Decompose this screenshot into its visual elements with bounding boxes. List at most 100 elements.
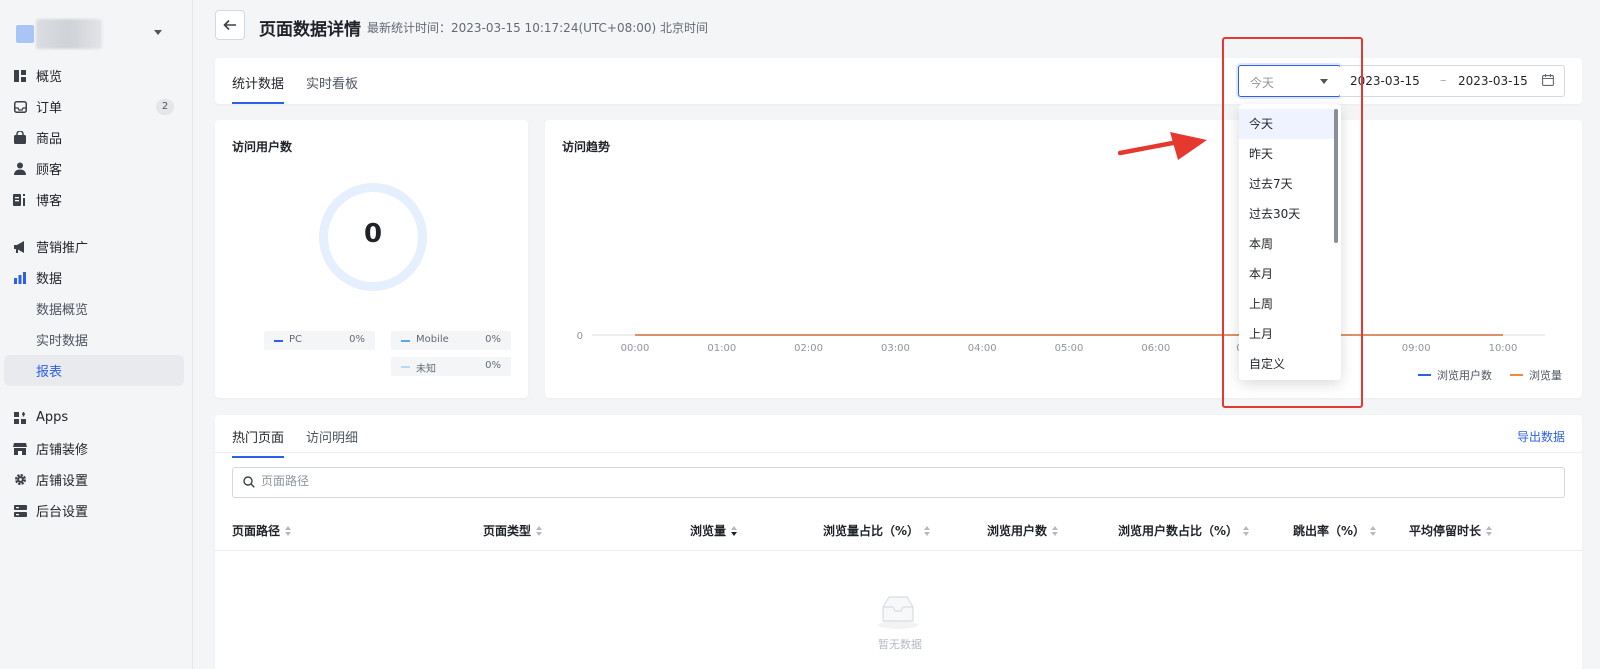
- col-visitors[interactable]: 浏览用户数: [987, 522, 1059, 539]
- bag-icon: [13, 131, 27, 145]
- x-tick-label: 04:00: [968, 343, 997, 354]
- sidebar-item-apps[interactable]: Apps: [4, 402, 184, 433]
- apps-icon: [13, 411, 27, 425]
- sidebar-item-label: 报表: [36, 365, 63, 380]
- sidebar-item-reports[interactable]: 报表: [4, 355, 184, 386]
- sidebar-item-label: 数据概览: [36, 303, 89, 318]
- x-tick-label: 03:00: [881, 343, 910, 354]
- legend-label: 未知: [416, 364, 436, 375]
- sidebar-item-label: 店铺装修: [36, 443, 89, 458]
- tab-hot-pages[interactable]: 热门页面: [232, 427, 285, 458]
- arrow-left-icon: [223, 19, 236, 31]
- bar-chart-icon: [13, 271, 27, 285]
- sidebar-item-products[interactable]: 商品: [4, 122, 184, 153]
- user-icon: [13, 162, 27, 176]
- col-bounce-rate[interactable]: 跳出率（%）: [1293, 522, 1377, 539]
- option-custom[interactable]: 自定义: [1239, 349, 1335, 379]
- dropdown-scrollbar[interactable]: [1334, 109, 1338, 243]
- order-count-badge: 2: [156, 99, 174, 115]
- trend-line-chart: 000:0001:0002:0003:0004:0005:0006:000700…: [577, 331, 1545, 354]
- col-avg-duration[interactable]: 平均停留时长: [1409, 522, 1493, 539]
- option-this-week[interactable]: 本周: [1239, 229, 1335, 259]
- x-tick-label: 10:00: [1489, 343, 1518, 354]
- option-this-month[interactable]: 本月: [1239, 259, 1335, 289]
- legend-value: 0%: [485, 334, 501, 345]
- sidebar-item-label: Apps: [36, 410, 69, 425]
- sidebar-item-orders[interactable]: 订单 2: [4, 91, 184, 122]
- sidebar-item-store-settings[interactable]: 店铺设置: [4, 464, 184, 495]
- legend-label: Mobile: [416, 334, 449, 345]
- col-visitor-share[interactable]: 浏览用户数占比（%）: [1118, 522, 1250, 539]
- empty-state-text: 暂无数据: [878, 638, 922, 651]
- page-title: 页面数据详情: [259, 20, 361, 40]
- start-date[interactable]: 2023-03-15: [1350, 74, 1420, 88]
- x-tick-label: 00:00: [621, 343, 650, 354]
- sidebar-item-data[interactable]: 数据: [4, 262, 184, 293]
- legend-value: 0%: [485, 360, 501, 371]
- col-page-type[interactable]: 页面类型: [483, 522, 543, 539]
- store-switcher[interactable]: [16, 16, 186, 52]
- server-icon: [13, 504, 27, 518]
- date-range-select[interactable]: 今天: [1238, 65, 1341, 97]
- x-tick-label: 02:00: [794, 343, 823, 354]
- option-last-7-days[interactable]: 过去7天: [1239, 169, 1335, 199]
- legend-visitors: 浏览用户数: [1418, 367, 1492, 383]
- pages-table-card: 热门页面 访问明细 导出数据 页面路径 页面类型 浏览量 浏览量占比（%） 浏览…: [215, 415, 1582, 669]
- page-path-search[interactable]: [232, 467, 1565, 498]
- caret-down-icon: [154, 30, 162, 35]
- option-today[interactable]: 今天: [1239, 109, 1335, 139]
- end-date[interactable]: 2023-03-15: [1458, 74, 1528, 88]
- sidebar-item-label: 概览: [36, 70, 63, 85]
- sidebar-item-realtime-data[interactable]: 实时数据: [4, 324, 184, 355]
- store-icon: [13, 442, 27, 456]
- sidebar-item-label: 营销推广: [36, 241, 89, 256]
- sidebar-item-label: 后台设置: [36, 505, 89, 520]
- option-last-week[interactable]: 上周: [1239, 289, 1335, 319]
- x-tick-label: 05:00: [1055, 343, 1084, 354]
- sidebar-item-blog[interactable]: 博客: [4, 184, 184, 215]
- option-last-month[interactable]: 上月: [1239, 319, 1335, 349]
- sidebar-item-data-overview[interactable]: 数据概览: [4, 293, 184, 324]
- legend-value: 0%: [349, 334, 365, 345]
- sidebar-item-admin-settings[interactable]: 后台设置: [4, 495, 184, 526]
- col-pageview-share[interactable]: 浏览量占比（%）: [823, 522, 931, 539]
- date-separator: –: [1440, 73, 1447, 88]
- caret-down-icon: [1320, 79, 1328, 84]
- last-updated-text: 最新统计时间：2023-03-15 10:17:24(UTC+08:00) 北京…: [367, 21, 709, 35]
- sidebar-item-label: 实时数据: [36, 334, 89, 349]
- col-pageviews[interactable]: 浏览量: [690, 522, 738, 539]
- y-tick-label: 0: [577, 331, 583, 342]
- overview-icon: [13, 69, 27, 83]
- calendar-icon[interactable]: [1542, 74, 1554, 90]
- sidebar-item-label: 博客: [36, 194, 63, 209]
- megaphone-icon: [13, 240, 27, 254]
- visitor-count-card: 访问用户数 0 PC 0% Mobile 0% 未知 0%: [215, 120, 528, 398]
- date-range-select-value: 今天: [1250, 76, 1275, 90]
- gear-icon: [13, 473, 27, 487]
- sidebar-item-overview[interactable]: 概览: [4, 60, 184, 91]
- sidebar-item-marketing[interactable]: 营销推广: [4, 231, 184, 262]
- date-range-dropdown: 今天 昨天 过去7天 过去30天 本周 本月 上周 上月 自定义: [1239, 104, 1341, 380]
- visit-trend-card: 访问趋势 0 00:00 01:00 02:00 03:00 04:00 05:00 06:0…: [545, 120, 1582, 398]
- sidebar-nav: 概览 订单 2 商品 顾客 博客 营销推广 数据 数据概览 实时数据 报表 Ap…: [4, 60, 184, 526]
- card-title: 访问用户数: [232, 140, 293, 154]
- option-yesterday[interactable]: 昨天: [1239, 139, 1335, 169]
- option-last-30-days[interactable]: 过去30天: [1239, 199, 1335, 229]
- store-logo: [16, 25, 34, 43]
- tab-visit-details[interactable]: 访问明细: [306, 427, 358, 446]
- tab-statistics[interactable]: 统计数据: [232, 73, 285, 104]
- col-page-path[interactable]: 页面路径: [232, 522, 292, 539]
- inbox-icon: [13, 100, 27, 114]
- export-data-link[interactable]: 导出数据: [1517, 428, 1565, 445]
- tab-realtime-board[interactable]: 实时看板: [306, 73, 358, 92]
- search-input[interactable]: [261, 474, 1541, 488]
- sidebar-item-customers[interactable]: 顾客: [4, 153, 184, 184]
- back-button[interactable]: [215, 10, 245, 40]
- sidebar-item-store-design[interactable]: 店铺装修: [4, 433, 184, 464]
- store-name-blurred: [36, 19, 102, 49]
- sidebar-item-label: 数据: [36, 272, 63, 287]
- visitor-total: 0: [363, 219, 383, 249]
- x-tick-label: 06:00: [1141, 343, 1170, 354]
- date-range-picker[interactable]: 2023-03-15 – 2023-03-15: [1340, 65, 1565, 97]
- legend-mobile: Mobile 0%: [391, 331, 511, 350]
